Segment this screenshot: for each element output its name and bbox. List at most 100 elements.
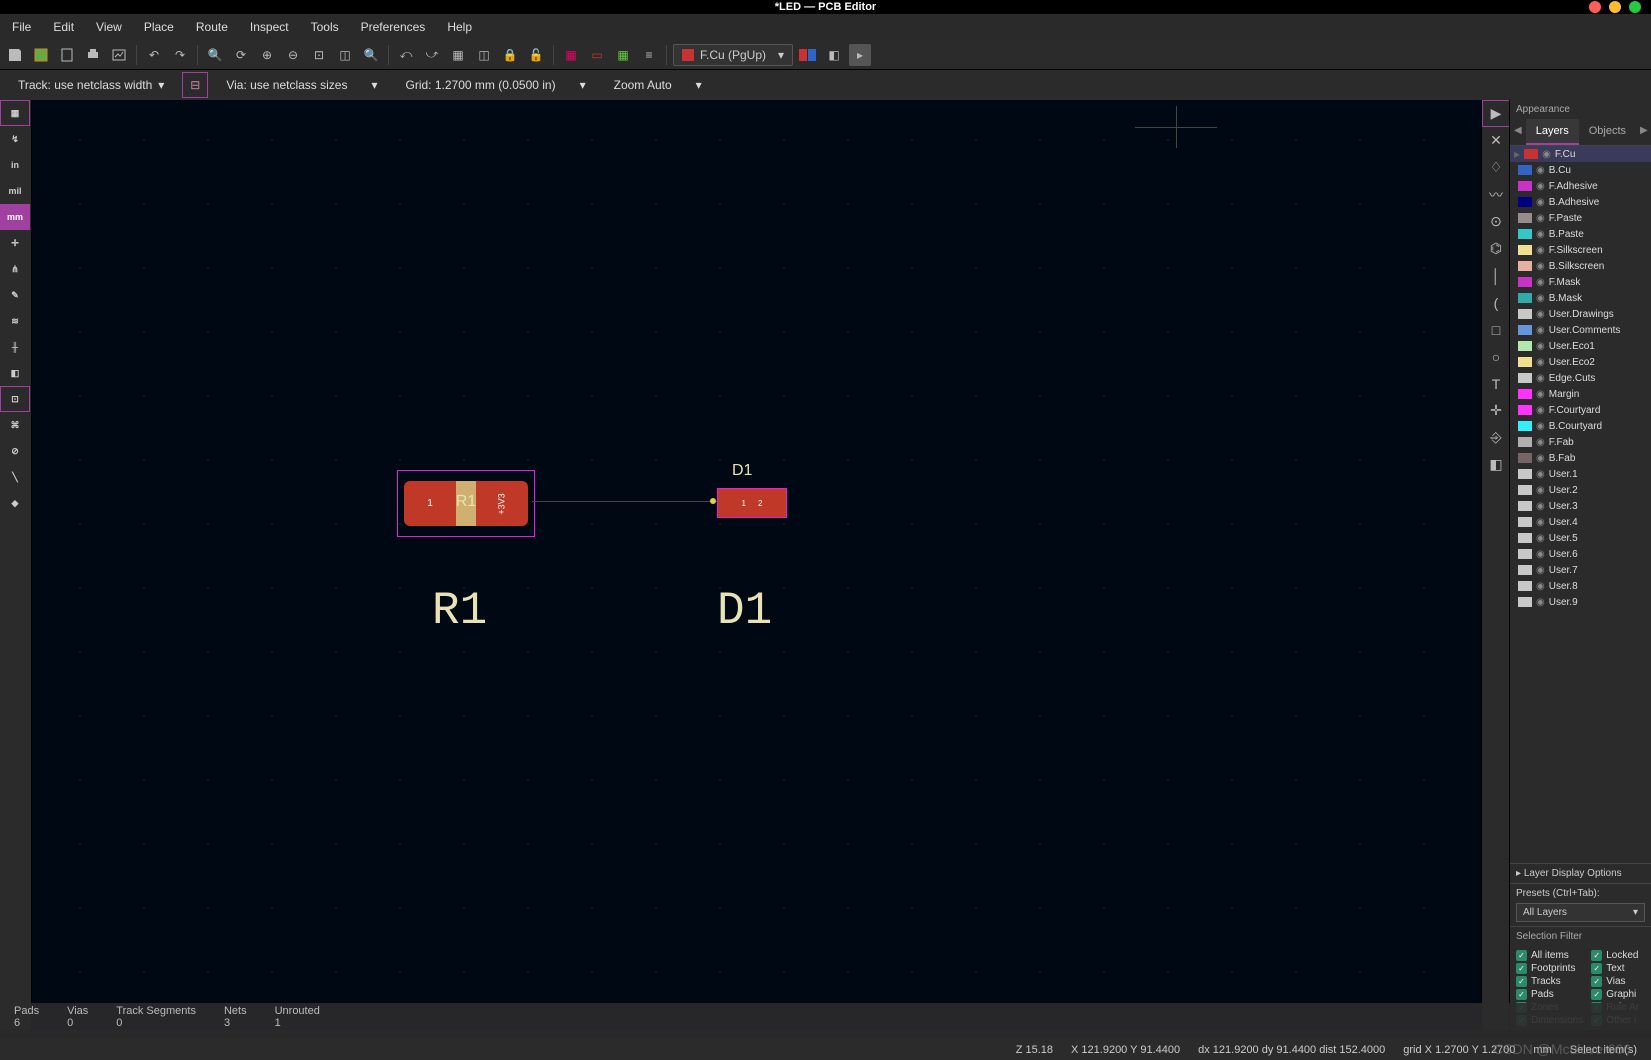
tab-layers[interactable]: Layers xyxy=(1526,119,1579,145)
scripting-icon[interactable]: ▸ xyxy=(849,44,871,66)
layer-row[interactable]: ◉B.Fab xyxy=(1510,450,1651,466)
left-tool-14[interactable]: ╲ xyxy=(0,464,30,490)
left-tool-7[interactable]: ✎ xyxy=(0,282,30,308)
layer-row[interactable]: ◉User.Eco2 xyxy=(1510,354,1651,370)
right-tool-2[interactable]: ♢ xyxy=(1482,154,1510,181)
filter-all-items[interactable]: ✓All items xyxy=(1516,950,1583,961)
visibility-icon[interactable]: ◉ xyxy=(1536,565,1545,576)
left-tool-5[interactable]: ✛ xyxy=(0,230,30,256)
filter-locked[interactable]: ✓Locked xyxy=(1591,950,1645,961)
visibility-icon[interactable]: ◉ xyxy=(1536,325,1545,336)
undo-icon[interactable]: ↶ xyxy=(143,44,165,66)
layer-color-swatch[interactable] xyxy=(1518,533,1532,543)
rotate-ccw-icon[interactable]: ⤺ xyxy=(395,44,417,66)
right-tool-8[interactable]: □ xyxy=(1482,316,1510,343)
layer-color-swatch[interactable] xyxy=(1518,213,1532,223)
visibility-icon[interactable]: ◉ xyxy=(1536,389,1545,400)
visibility-icon[interactable]: ◉ xyxy=(1536,213,1545,224)
layer-row[interactable]: ◉F.Courtyard xyxy=(1510,402,1651,418)
menu-inspect[interactable]: Inspect xyxy=(246,16,293,38)
layer-color-swatch[interactable] xyxy=(1518,485,1532,495)
inspector-icon[interactable]: ≡ xyxy=(638,44,660,66)
sheet-icon[interactable] xyxy=(56,44,78,66)
visibility-icon[interactable]: ◉ xyxy=(1536,197,1545,208)
visibility-icon[interactable]: ◉ xyxy=(1536,309,1545,320)
menu-file[interactable]: File xyxy=(8,16,35,38)
menu-edit[interactable]: Edit xyxy=(49,16,78,38)
rotate-cw-icon[interactable]: ⤻ xyxy=(421,44,443,66)
right-tool-7[interactable]: ( xyxy=(1482,289,1510,316)
visibility-icon[interactable]: ◉ xyxy=(1536,453,1545,464)
board-setup-icon[interactable] xyxy=(30,44,52,66)
layer-row[interactable]: ◉F.Paste xyxy=(1510,210,1651,226)
presets-dropdown[interactable]: All Layers▾ xyxy=(1516,903,1645,922)
layer-color-swatch[interactable] xyxy=(1518,469,1532,479)
zoom-selection-icon[interactable]: ◫ xyxy=(334,44,356,66)
filter-graphi[interactable]: ✓Graphi xyxy=(1591,989,1645,1000)
zoom-tool-icon[interactable]: 🔍 xyxy=(360,44,382,66)
display-options[interactable]: ▸ Layer Display Options xyxy=(1510,863,1651,883)
layer-row[interactable]: ◉User.1 xyxy=(1510,466,1651,482)
left-tool-13[interactable]: ⊘ xyxy=(0,438,30,464)
layer-color-swatch[interactable] xyxy=(1518,389,1532,399)
zoom-dropdown[interactable]: Zoom Auto▾ xyxy=(604,74,712,96)
layer-row[interactable]: ◉B.Silkscreen xyxy=(1510,258,1651,274)
layer-pair-icon[interactable] xyxy=(797,44,819,66)
filter-pads[interactable]: ✓Pads xyxy=(1516,989,1583,1000)
layer-select[interactable]: F.Cu (PgUp) ▾ xyxy=(673,44,793,66)
menu-place[interactable]: Place xyxy=(140,16,178,38)
visibility-icon[interactable]: ◉ xyxy=(1536,581,1545,592)
filter-text[interactable]: ✓Text xyxy=(1591,963,1645,974)
layer-row[interactable]: ◉Edge.Cuts xyxy=(1510,370,1651,386)
left-tool-8[interactable]: ≋ xyxy=(0,308,30,334)
layer-color-swatch[interactable] xyxy=(1518,325,1532,335)
layer-row[interactable]: ◉User.7 xyxy=(1510,562,1651,578)
layer-row[interactable]: ◉User.Eco1 xyxy=(1510,338,1651,354)
layer-row[interactable]: ◉B.Mask xyxy=(1510,290,1651,306)
left-tool-10[interactable]: ◧ xyxy=(0,360,30,386)
refresh-icon[interactable]: ⟳ xyxy=(230,44,252,66)
track-mode-button[interactable]: ⊟ xyxy=(182,72,208,98)
right-tool-1[interactable]: ✕ xyxy=(1482,127,1510,154)
layer-row[interactable]: ◉B.Adhesive xyxy=(1510,194,1651,210)
left-tool-11[interactable]: ⊡ xyxy=(0,386,30,412)
visibility-icon[interactable]: ◉ xyxy=(1536,261,1545,272)
visibility-icon[interactable]: ◉ xyxy=(1536,469,1545,480)
visibility-icon[interactable]: ◉ xyxy=(1536,437,1545,448)
left-tool-2[interactable]: in xyxy=(0,152,30,178)
group-icon[interactable]: ▦ xyxy=(447,44,469,66)
layer-color-swatch[interactable] xyxy=(1518,197,1532,207)
zoom-dot[interactable] xyxy=(1629,1,1641,13)
layer-color-swatch[interactable] xyxy=(1518,245,1532,255)
tab-objects[interactable]: Objects xyxy=(1579,119,1636,145)
layer-color-swatch[interactable] xyxy=(1518,341,1532,351)
layer-color-swatch[interactable] xyxy=(1518,277,1532,287)
layers-list[interactable]: ▶◉F.Cu◉B.Cu◉F.Adhesive◉B.Adhesive◉F.Past… xyxy=(1510,146,1651,863)
layer-row[interactable]: ◉F.Silkscreen xyxy=(1510,242,1651,258)
tab-next-icon[interactable]: ▶ xyxy=(1636,119,1651,145)
layer-color-swatch[interactable] xyxy=(1518,437,1532,447)
window-controls[interactable] xyxy=(1589,1,1641,13)
component-d1[interactable]: 12 xyxy=(717,488,787,518)
left-tool-9[interactable]: ╫ xyxy=(0,334,30,360)
layer-color-swatch[interactable] xyxy=(1518,229,1532,239)
update-icon[interactable]: ▦ xyxy=(612,44,634,66)
visibility-icon[interactable]: ◉ xyxy=(1536,597,1545,608)
layer-color-swatch[interactable] xyxy=(1518,565,1532,575)
visibility-icon[interactable]: ◉ xyxy=(1536,341,1545,352)
footprint-icon[interactable]: ▭ xyxy=(586,44,608,66)
visibility-icon[interactable]: ◉ xyxy=(1536,421,1545,432)
layer-color-swatch[interactable] xyxy=(1524,149,1538,159)
left-tool-1[interactable]: ↯ xyxy=(0,126,30,152)
left-tool-6[interactable]: ⋔ xyxy=(0,256,30,282)
filter-tracks[interactable]: ✓Tracks xyxy=(1516,976,1583,987)
zoom-out-icon[interactable]: ⊖ xyxy=(282,44,304,66)
plot-icon[interactable] xyxy=(108,44,130,66)
layer-color-swatch[interactable] xyxy=(1518,181,1532,191)
visibility-icon[interactable]: ◉ xyxy=(1536,501,1545,512)
ungroup-icon[interactable]: ◫ xyxy=(473,44,495,66)
print-icon[interactable] xyxy=(82,44,104,66)
menu-tools[interactable]: Tools xyxy=(307,16,343,38)
visibility-icon[interactable]: ◉ xyxy=(1536,245,1545,256)
grid-dropdown[interactable]: Grid: 1.2700 mm (0.0500 in)▾ xyxy=(396,74,596,96)
